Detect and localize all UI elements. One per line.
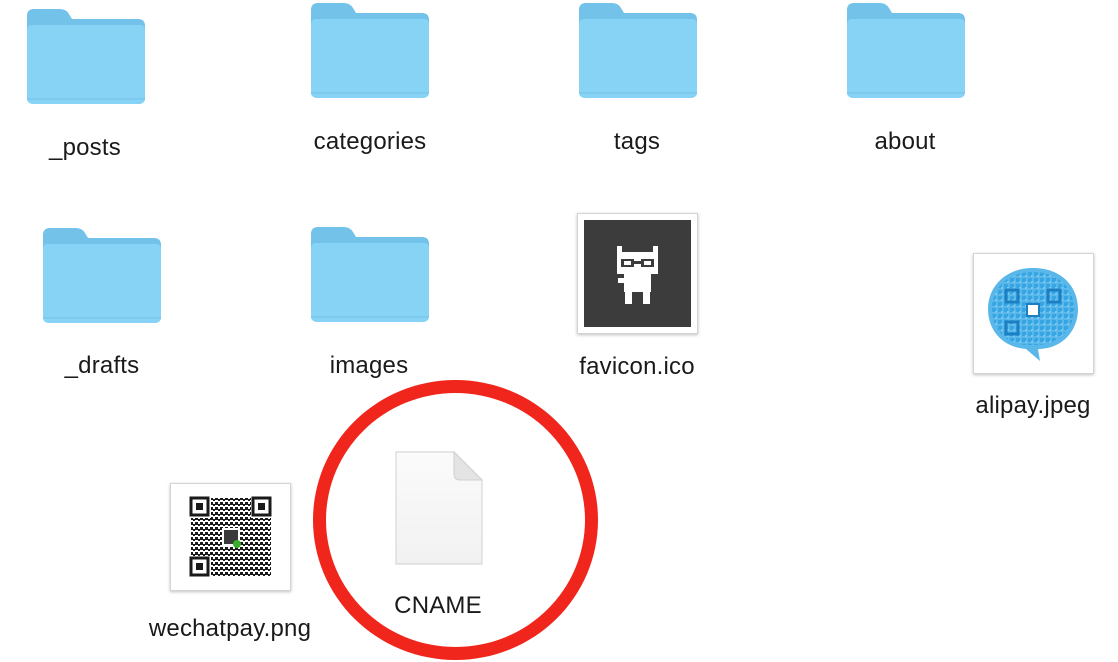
wechat-qr-icon xyxy=(185,492,277,582)
folder-categories[interactable]: categories xyxy=(290,0,450,170)
file-favicon[interactable]: favicon.ico xyxy=(557,205,717,385)
file-label: wechatpay.png xyxy=(148,615,312,642)
folder-icon xyxy=(43,228,161,323)
file-label: _posts xyxy=(49,134,121,161)
folder-tags[interactable]: tags xyxy=(557,0,717,170)
file-label: about xyxy=(874,128,936,155)
folder-icon xyxy=(311,3,429,98)
folder-images[interactable]: images xyxy=(290,220,450,390)
octocat-pixel-icon xyxy=(584,220,691,327)
file-cname[interactable]: CNAME xyxy=(360,440,520,630)
folder-icon xyxy=(579,3,697,98)
file-label: favicon.ico xyxy=(579,353,695,380)
folder-icon xyxy=(27,9,145,104)
image-thumbnail xyxy=(170,483,291,591)
folder-drafts[interactable]: _drafts xyxy=(20,220,185,390)
file-label: alipay.jpeg xyxy=(975,392,1091,419)
file-wechatpay[interactable]: wechatpay.png xyxy=(145,475,320,655)
alipay-qr-icon xyxy=(980,260,1087,367)
file-label: categories xyxy=(313,128,427,155)
folder-posts[interactable]: _posts xyxy=(0,0,170,170)
image-thumbnail xyxy=(973,253,1094,374)
file-label: CNAME xyxy=(394,592,482,619)
folder-icon xyxy=(847,3,965,98)
file-label: _drafts xyxy=(64,352,140,379)
file-label: images xyxy=(329,352,409,379)
file-alipay[interactable]: alipay.jpeg xyxy=(955,245,1115,425)
folder-icon xyxy=(311,227,429,322)
blank-document-icon xyxy=(395,450,484,565)
image-thumbnail xyxy=(577,213,698,334)
folder-about[interactable]: about xyxy=(825,0,985,170)
file-label: tags xyxy=(613,128,661,155)
